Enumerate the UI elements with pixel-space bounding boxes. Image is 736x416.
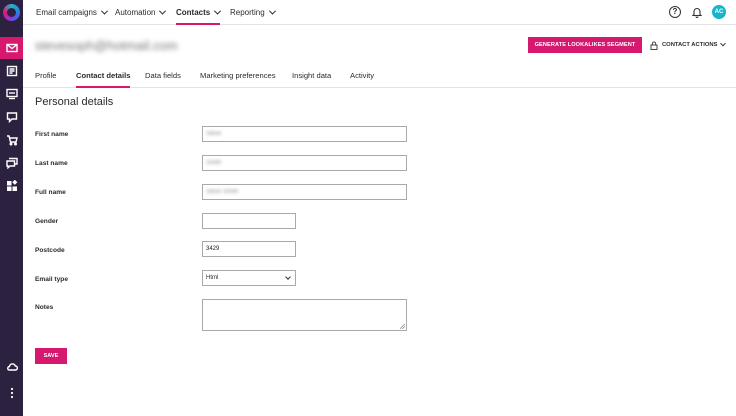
contact-tabs: Profile Contact details Data fields Mark… [23, 67, 736, 88]
first-name-label: First name [35, 131, 69, 138]
rail-sms-icon[interactable] [0, 83, 23, 105]
help-glyph: ? [672, 7, 678, 16]
page-title: Personal details [35, 96, 114, 108]
email-type-label: Email type [35, 276, 68, 283]
email-type-value: Html [206, 275, 219, 281]
full-name-label: Full name [35, 189, 66, 196]
rail-templates-icon[interactable] [0, 60, 23, 82]
nav-automation[interactable]: Automation [115, 0, 167, 25]
contact-actions-label: CONTACT ACTIONS [662, 42, 718, 48]
notes-label: Notes [35, 304, 54, 311]
chevron-down-icon [214, 7, 222, 15]
rail-cloud-icon[interactable] [0, 356, 23, 378]
rail-apps-icon[interactable] [0, 175, 23, 197]
postcode-field[interactable]: 3429 [202, 241, 296, 257]
email-type-select[interactable]: Html [202, 270, 296, 286]
app: Email campaigns Automation Contacts Repo… [0, 0, 736, 416]
tab-marketing-preferences[interactable]: Marketing preferences [200, 67, 276, 88]
first-name-field[interactable]: Steve [202, 126, 407, 142]
nav-email-campaigns[interactable]: Email campaigns [36, 0, 108, 25]
last-name-label: Last name [35, 160, 68, 167]
lock-icon [650, 41, 658, 50]
chevron-down-icon [285, 274, 291, 280]
rail-cart-icon[interactable] [0, 129, 23, 151]
nav-reporting-label: Reporting [230, 8, 265, 17]
nav-contacts-label: Contacts [176, 8, 211, 17]
bell-icon[interactable] [691, 6, 703, 18]
rail-email-campaigns-icon[interactable] [0, 37, 23, 59]
chevron-down-icon [268, 7, 276, 15]
generate-lookalikes-button[interactable]: GENERATE LOOKALIKES SEGMENT [528, 37, 642, 53]
tab-profile[interactable]: Profile [35, 67, 57, 88]
left-rail [0, 0, 23, 416]
postcode-value: 3429 [206, 246, 220, 252]
top-nav: Email campaigns Automation Contacts Repo… [23, 0, 736, 25]
save-button[interactable]: SAVE [35, 348, 67, 364]
avatar[interactable]: AC [712, 5, 726, 19]
postcode-label: Postcode [35, 247, 65, 254]
nav-automation-label: Automation [115, 8, 156, 17]
first-name-value: Steve [206, 131, 222, 137]
chevron-down-icon [100, 7, 108, 15]
nav-email-campaigns-label: Email campaigns [36, 8, 97, 17]
tab-contact-details[interactable]: Contact details [76, 67, 131, 88]
nav-contacts[interactable]: Contacts [176, 0, 222, 25]
full-name-value: Steve Smith [206, 189, 239, 195]
full-name-field[interactable]: Steve Smith [202, 184, 407, 200]
logo-icon[interactable] [3, 4, 20, 21]
rail-chat-icon[interactable] [0, 152, 23, 174]
rail-forms-icon[interactable] [0, 106, 23, 128]
chevron-down-icon [720, 40, 727, 47]
nav-reporting[interactable]: Reporting [230, 0, 276, 25]
tab-data-fields[interactable]: Data fields [145, 67, 181, 88]
help-icon[interactable]: ? [669, 6, 681, 18]
notes-textarea[interactable] [202, 299, 407, 331]
gender-field[interactable] [202, 213, 296, 229]
chevron-down-icon [159, 7, 167, 15]
contact-actions-button[interactable]: CONTACT ACTIONS [650, 37, 727, 53]
gender-label: Gender [35, 218, 59, 225]
tab-activity[interactable]: Activity [350, 67, 374, 88]
last-name-value: Smith [206, 160, 222, 166]
rail-more-icon[interactable] [0, 382, 23, 404]
tab-insight-data[interactable]: Insight data [292, 67, 331, 88]
contact-email-title: stevesoph@hotmail.com [35, 38, 178, 53]
last-name-field[interactable]: Smith [202, 155, 407, 171]
